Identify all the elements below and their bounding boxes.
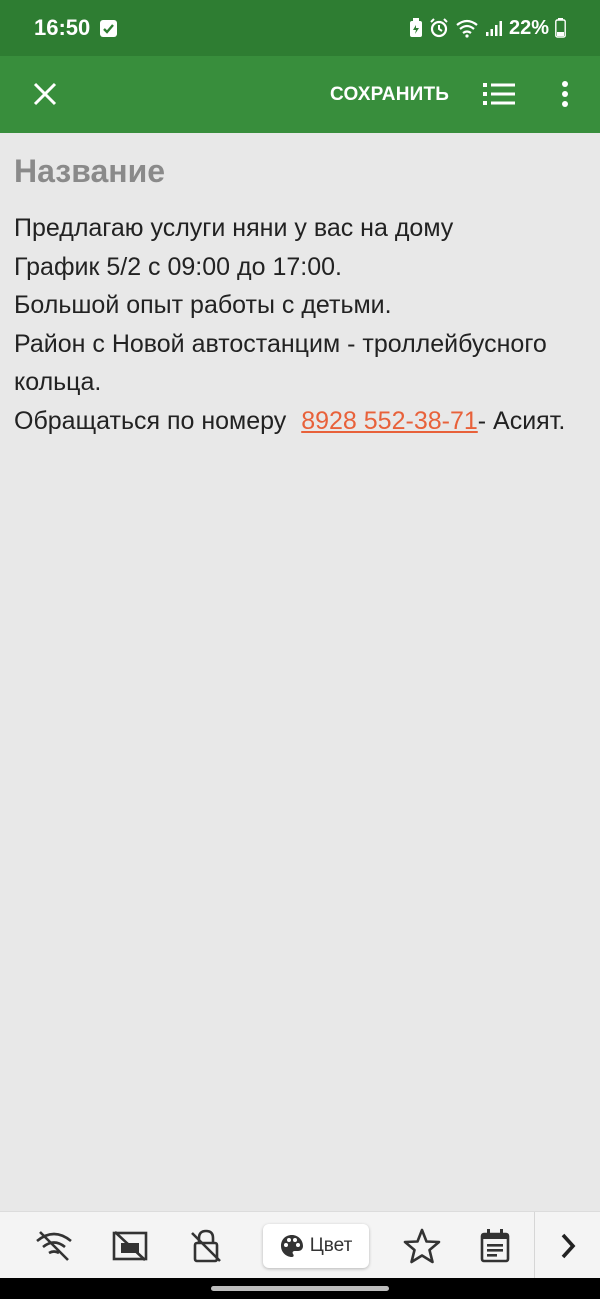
note-title-field[interactable]: Название — [14, 151, 586, 191]
toolbar-next-button[interactable] — [548, 1226, 588, 1266]
preview-toggle-button[interactable] — [110, 1226, 150, 1266]
status-bar: 16:50 22% — [0, 0, 600, 56]
contact-suffix: - Асият. — [477, 406, 566, 435]
note-line: Большой опыт работы с детьми. — [14, 291, 392, 320]
note-line: График 5/2 с 09:00 до 17:00. — [14, 252, 342, 281]
star-icon — [403, 1228, 441, 1264]
status-time: 16:50 — [34, 15, 91, 40]
no-sync-icon — [36, 1231, 72, 1261]
color-label: Цвет — [309, 1235, 353, 1256]
wifi-icon — [455, 18, 479, 38]
save-button[interactable]: СОХРАНИТЬ — [320, 78, 459, 112]
battery-icon — [555, 18, 566, 38]
chevron-right-icon — [561, 1233, 576, 1259]
contact-prefix: Обращаться по номеру — [14, 406, 287, 435]
checklist-button[interactable] — [476, 76, 522, 112]
close-icon — [33, 82, 57, 106]
note-body-field[interactable]: Предлагаю услуги няни у вас на дому Граф… — [14, 209, 586, 441]
signal-icon — [485, 18, 503, 38]
battery-percent: 22% — [508, 16, 549, 39]
system-navigation-bar — [0, 1278, 600, 1299]
calendar-note-icon — [480, 1229, 510, 1263]
note-editor[interactable]: Название Предлагаю услуги няни у вас на … — [0, 133, 600, 441]
lock-toggle-button[interactable] — [186, 1226, 226, 1266]
note-line: Предлагаю услуги няни у вас на дому — [14, 214, 454, 242]
toolbar-divider — [534, 1212, 535, 1279]
phone-link[interactable]: 8928 552-38-71 — [301, 407, 478, 435]
status-icons: 22% — [409, 17, 566, 40]
more-options-button[interactable] — [550, 76, 580, 112]
home-gesture-handle[interactable] — [211, 1286, 389, 1291]
more-vert-icon — [562, 81, 568, 107]
alarm-icon — [429, 18, 449, 38]
checkbox-notification-icon — [100, 19, 118, 37]
list-icon — [483, 83, 515, 105]
sync-toggle-button[interactable] — [34, 1226, 74, 1266]
lock-off-icon — [191, 1229, 221, 1263]
color-button[interactable]: Цвет — [263, 1224, 369, 1268]
app-bar: СОХРАНИТЬ — [0, 56, 600, 133]
bottom-toolbar: Цвет — [0, 1211, 600, 1279]
calendar-button[interactable] — [475, 1226, 515, 1266]
battery-saver-icon — [409, 18, 423, 38]
palette-icon — [280, 1235, 303, 1257]
hide-preview-icon — [112, 1231, 148, 1261]
favorite-button[interactable] — [402, 1226, 442, 1266]
contact-line: Обращаться по номеру 8928 552-38-71- Аси… — [14, 402, 586, 441]
close-button[interactable] — [28, 76, 62, 112]
note-line: Район с Новой автостанцим - троллейбусно… — [14, 329, 547, 397]
